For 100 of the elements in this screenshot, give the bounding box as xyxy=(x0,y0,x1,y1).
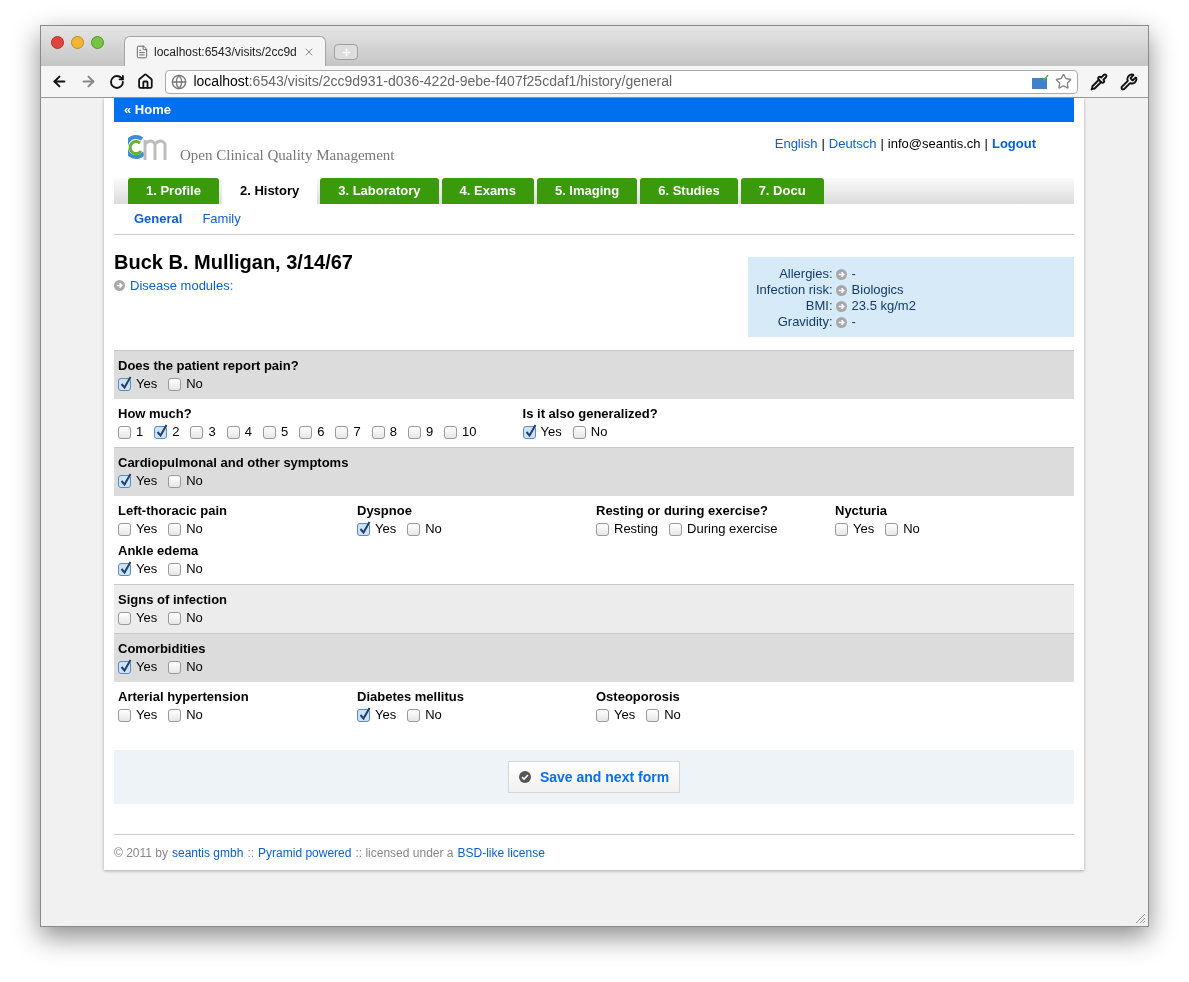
checkbox[interactable] xyxy=(572,425,586,439)
separator: | xyxy=(880,135,884,153)
checkbox[interactable] xyxy=(357,708,370,722)
option-label: 7 xyxy=(353,423,361,441)
checkbox[interactable] xyxy=(407,522,421,536)
footer-link[interactable]: BSD-like license xyxy=(457,844,545,862)
home-link[interactable]: « Home xyxy=(124,100,171,120)
checkbox[interactable] xyxy=(596,708,609,722)
checkbox[interactable] xyxy=(118,611,131,625)
checkbox[interactable] xyxy=(357,522,370,536)
checkbox[interactable] xyxy=(335,425,349,439)
checkbox[interactable] xyxy=(118,377,131,391)
nav-tab[interactable]: 6. Studies xyxy=(640,178,738,204)
option-label: Yes xyxy=(136,472,158,490)
footer-link[interactable]: seantis gmbh xyxy=(172,844,244,862)
info-label: BMI: xyxy=(804,298,833,314)
checkbox[interactable] xyxy=(522,425,536,439)
arrow-circle-icon xyxy=(835,300,847,312)
option-label: Resting xyxy=(614,520,659,538)
checkbox[interactable] xyxy=(168,522,182,536)
save-button[interactable]: Save and next form xyxy=(507,761,681,793)
checkbox[interactable] xyxy=(168,562,182,576)
separator: | xyxy=(821,135,825,153)
checkbox[interactable] xyxy=(118,474,131,488)
nav-tab[interactable]: 1. Profile xyxy=(128,178,219,204)
option-label: Yes xyxy=(375,520,397,538)
address-bar[interactable]: localhost:6543/visits/2cc9d931-d036-422d-9ebe-f407f25cdaf1/history/general xyxy=(165,69,1079,94)
checkbox[interactable] xyxy=(118,522,131,536)
browser-tab[interactable]: localhost:6543/visits/2cc9d xyxy=(124,36,326,66)
footer-link[interactable]: Pyramid powered xyxy=(258,844,352,862)
nav-tab[interactable]: 7. Docu xyxy=(740,178,824,204)
option-label: 6 xyxy=(317,423,325,441)
app-title: Open Clinical Quality Management xyxy=(180,145,395,165)
checkbox[interactable] xyxy=(371,425,385,439)
separator: | xyxy=(984,135,988,153)
patient-name: Buck B. Mulligan, 3/14/67 xyxy=(114,250,353,274)
checkbox[interactable] xyxy=(835,522,848,536)
option-label: Yes xyxy=(136,560,158,578)
nav-tab[interactable]: 3. Laboratory xyxy=(320,178,439,204)
checkbox[interactable] xyxy=(118,425,131,439)
language-link[interactable]: English xyxy=(774,134,818,154)
resize-grip-icon[interactable] xyxy=(1135,913,1146,924)
new-tab-button[interactable] xyxy=(334,44,358,60)
checkbox[interactable] xyxy=(168,474,182,488)
question-label: Nycturia xyxy=(835,502,889,519)
checkbox[interactable] xyxy=(168,708,182,722)
checkbox[interactable] xyxy=(118,562,131,576)
logout-link[interactable]: Logout xyxy=(991,134,1036,154)
subnav-link[interactable]: Family xyxy=(202,209,241,229)
option-label: No xyxy=(186,472,203,490)
reload-icon[interactable] xyxy=(108,73,125,90)
checkbox[interactable] xyxy=(407,425,421,439)
checkbox[interactable] xyxy=(885,522,899,536)
checkbox[interactable] xyxy=(118,708,131,722)
checkbox[interactable] xyxy=(646,708,660,722)
nav-tab[interactable]: 2. History xyxy=(221,178,318,204)
language-link[interactable]: Deutsch xyxy=(828,134,877,154)
nav-tab[interactable]: 5. Imaging xyxy=(536,178,638,204)
user-email: info@seantis.ch xyxy=(887,135,981,153)
option-label: No xyxy=(590,423,608,441)
checkbox[interactable] xyxy=(669,522,683,536)
question-label: Arterial hypertension xyxy=(118,688,250,705)
option-label: No xyxy=(664,706,681,724)
checkbox[interactable] xyxy=(190,425,204,439)
subnav-link[interactable]: General xyxy=(134,209,183,229)
option-label: Yes xyxy=(136,375,158,393)
zoom-window-button[interactable] xyxy=(91,36,104,49)
star-icon[interactable] xyxy=(1055,73,1073,90)
checkbox[interactable] xyxy=(596,522,609,536)
settings-icon[interactable] xyxy=(1120,72,1138,91)
checkbox[interactable] xyxy=(407,708,421,722)
checkbox[interactable] xyxy=(154,425,168,439)
checkbox[interactable] xyxy=(168,377,182,391)
nav-tab[interactable]: 4. Exams xyxy=(441,178,534,204)
dropper-icon[interactable] xyxy=(1090,72,1109,91)
option-label: Yes xyxy=(136,609,158,627)
option-label: Yes xyxy=(614,706,636,724)
close-window-button[interactable] xyxy=(51,36,64,49)
checkbox[interactable] xyxy=(226,425,240,439)
checkbox[interactable] xyxy=(118,660,131,674)
checkbox[interactable] xyxy=(168,611,182,625)
home-icon[interactable] xyxy=(136,73,154,90)
option-label: 4 xyxy=(244,423,252,441)
option-label: 3 xyxy=(208,423,216,441)
question-label: Cardiopulmonal and other symptoms xyxy=(118,454,349,471)
question-label: Osteoporosis xyxy=(596,688,681,705)
info-label: Infection risk: xyxy=(756,282,833,298)
minimize-window-button[interactable] xyxy=(71,36,84,49)
option-label: No xyxy=(186,706,203,724)
info-value: - xyxy=(851,266,856,282)
back-icon[interactable] xyxy=(51,73,68,90)
checkbox[interactable] xyxy=(444,425,458,439)
checkbox[interactable] xyxy=(262,425,276,439)
checkbox[interactable] xyxy=(168,660,182,674)
globe-icon xyxy=(171,73,188,90)
disease-modules-link[interactable]: Disease modules: xyxy=(130,276,234,296)
footer-text: :: xyxy=(247,845,255,862)
checkbox[interactable] xyxy=(299,425,313,439)
option-label: 1 xyxy=(136,423,144,441)
page-icon xyxy=(135,44,149,59)
